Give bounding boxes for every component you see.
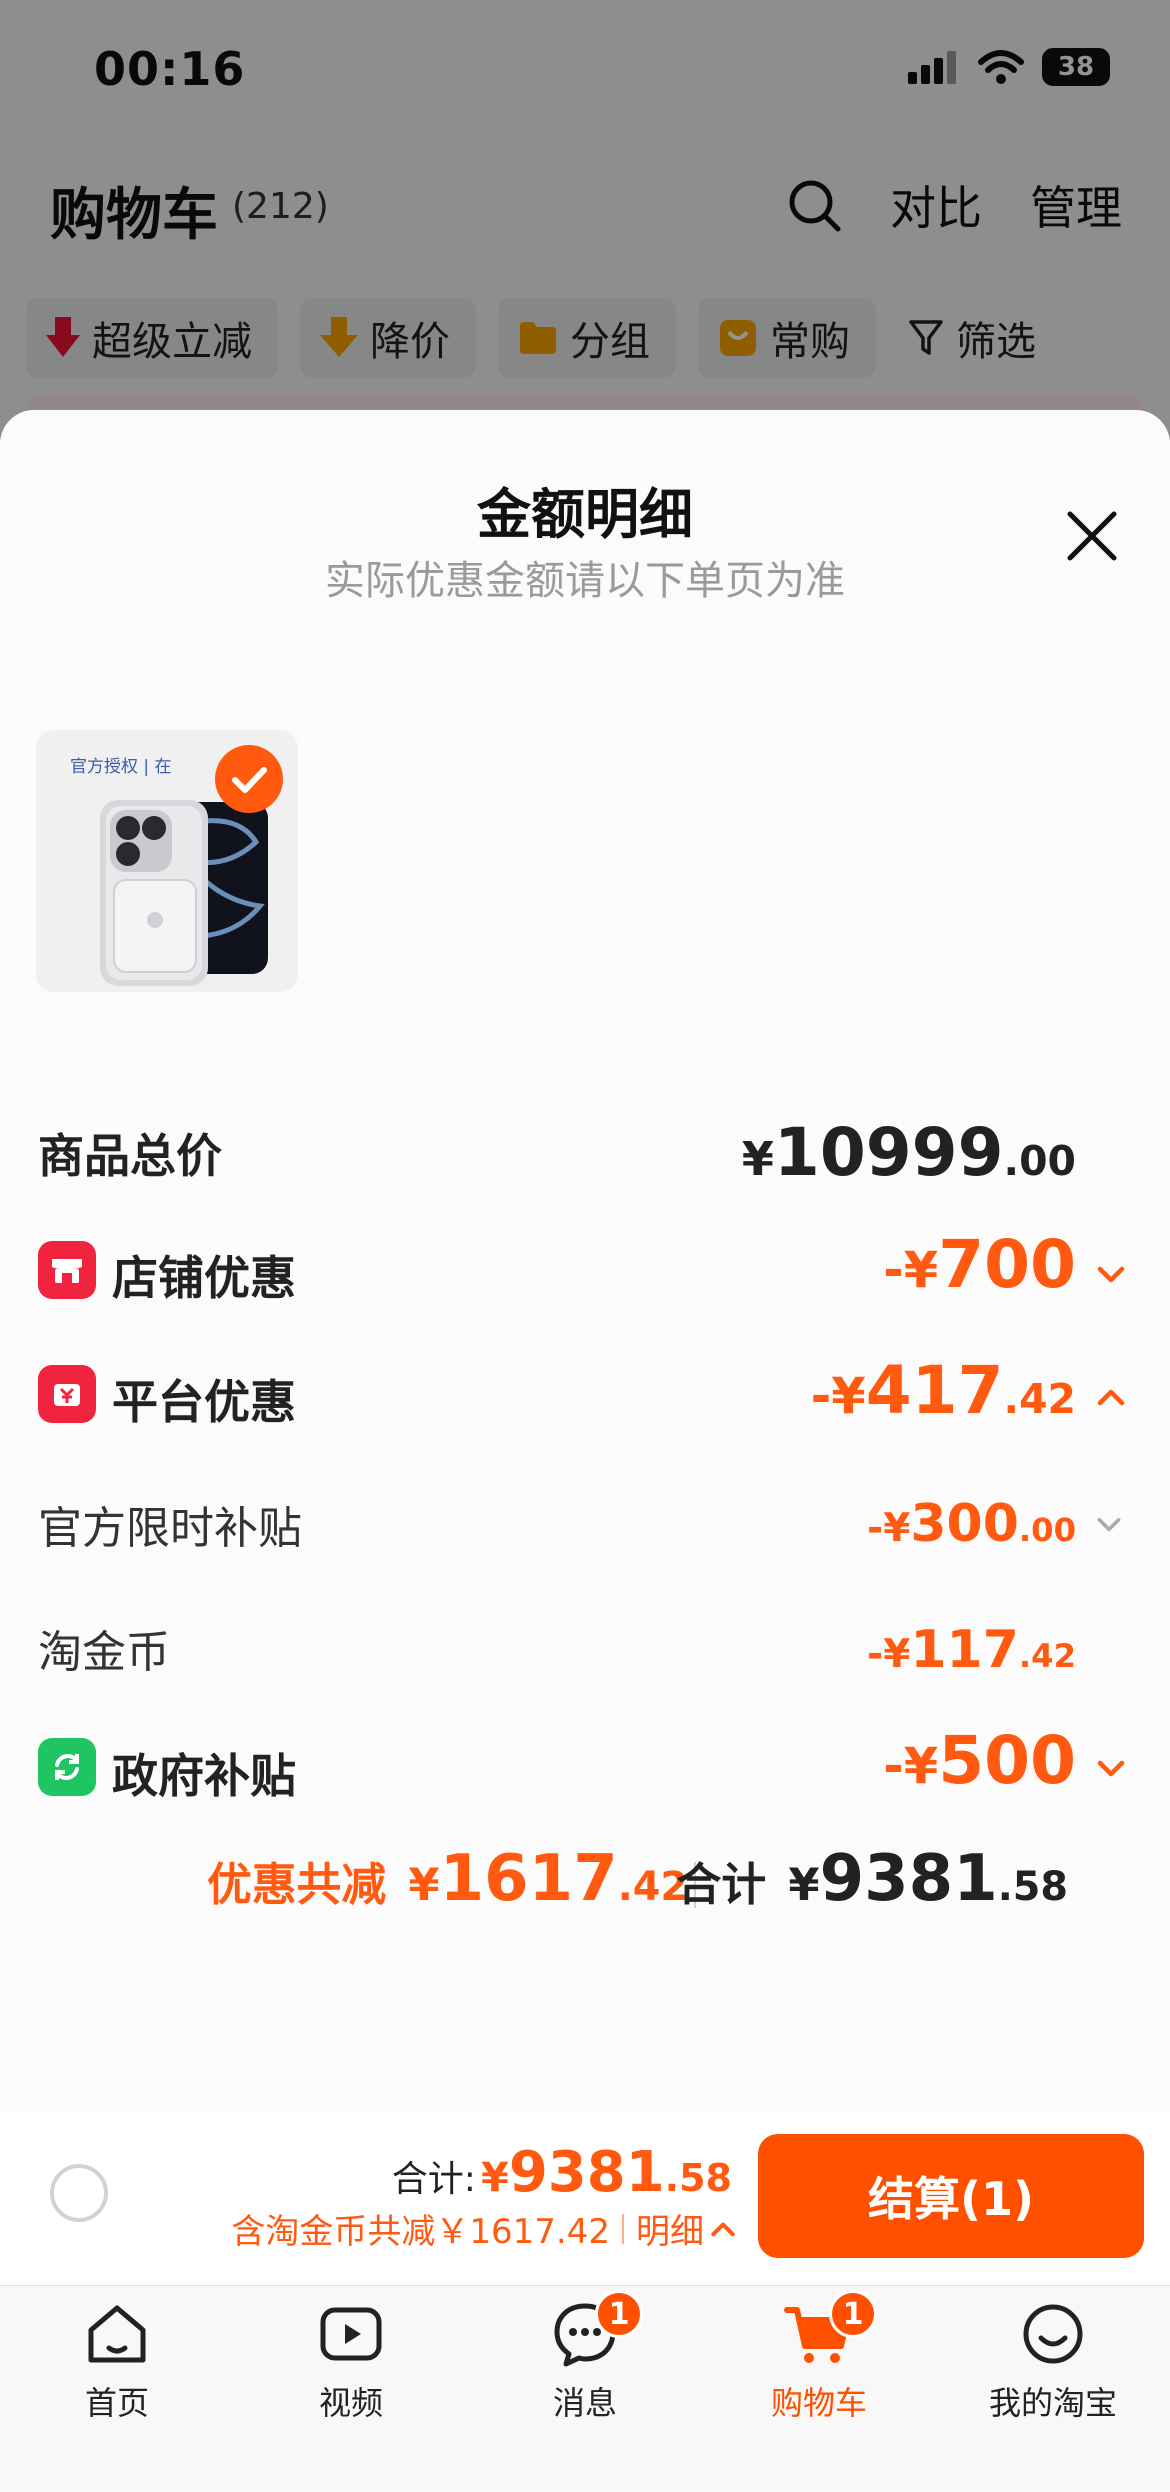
cart-badge: 1: [829, 2290, 877, 2338]
chevron-down-icon[interactable]: [1094, 1752, 1128, 1786]
detail-toggle[interactable]: 明细: [636, 2204, 704, 2253]
checkout-button[interactable]: 结算(1): [758, 2134, 1144, 2258]
bar-divider: [622, 2213, 624, 2244]
messages-badge: 1: [595, 2290, 643, 2338]
tab-cart[interactable]: 购物车 1: [719, 2290, 919, 2424]
tab-my-taobao[interactable]: 我的淘宝: [953, 2298, 1153, 2424]
total-price-value: ¥10999.00: [741, 1114, 1076, 1191]
total-price-label: 商品总价: [38, 1129, 222, 1183]
summary-total: 合计 ¥9381.58: [676, 1842, 1068, 1916]
gov-subsidy-label: 政府补贴: [112, 1749, 296, 1803]
tab-home[interactable]: 首页: [17, 2298, 217, 2424]
amount-detail-sheet: [0, 410, 1170, 2285]
video-icon: [320, 2307, 382, 2361]
gov-subsidy-value: -¥500: [883, 1722, 1076, 1799]
coins-label: 淘金币: [38, 1627, 170, 1678]
summary-discount: 优惠共减 ¥1617.42: [206, 1842, 688, 1916]
tab-messages[interactable]: 消息 1: [485, 2290, 685, 2424]
platform-icon: [38, 1365, 96, 1423]
store-discount-value: -¥700: [883, 1226, 1076, 1303]
select-all-radio[interactable]: [50, 2164, 108, 2222]
bar-total: 合计: ¥9381.58: [391, 2140, 732, 2205]
selected-check-icon[interactable]: [214, 744, 284, 814]
coins-value: -¥117.42: [867, 1620, 1076, 1680]
sheet-title: 金额明细: [477, 483, 693, 546]
bar-discount-text: 含淘金币共减￥1617.42: [231, 2212, 610, 2252]
gov-subsidy-icon: [38, 1738, 96, 1796]
chevron-down-icon[interactable]: [1094, 1258, 1128, 1292]
bar-discount-line: 含淘金币共减￥1617.42 明细: [231, 2204, 738, 2253]
chevron-up-icon[interactable]: [1094, 1380, 1128, 1414]
platform-discount-value: -¥417.42: [810, 1352, 1076, 1429]
tab-video[interactable]: 视频: [251, 2298, 451, 2424]
chevron-down-icon[interactable]: [1094, 1510, 1124, 1540]
official-subsidy-value: -¥300.00: [867, 1494, 1076, 1554]
home-icon: [88, 2305, 146, 2363]
modal-backdrop[interactable]: [0, 0, 1170, 440]
store-discount-label: 店铺优惠: [112, 1251, 296, 1305]
profile-icon: [1023, 2304, 1083, 2364]
store-icon: [38, 1241, 96, 1299]
chevron-up-icon[interactable]: [708, 2214, 738, 2244]
platform-discount-label: 平台优惠: [112, 1375, 296, 1429]
sheet-subtitle: 实际优惠金额请以下单页为准: [325, 558, 845, 604]
official-subsidy-label: 官方限时补贴: [38, 1503, 302, 1554]
close-icon[interactable]: [1062, 506, 1122, 566]
